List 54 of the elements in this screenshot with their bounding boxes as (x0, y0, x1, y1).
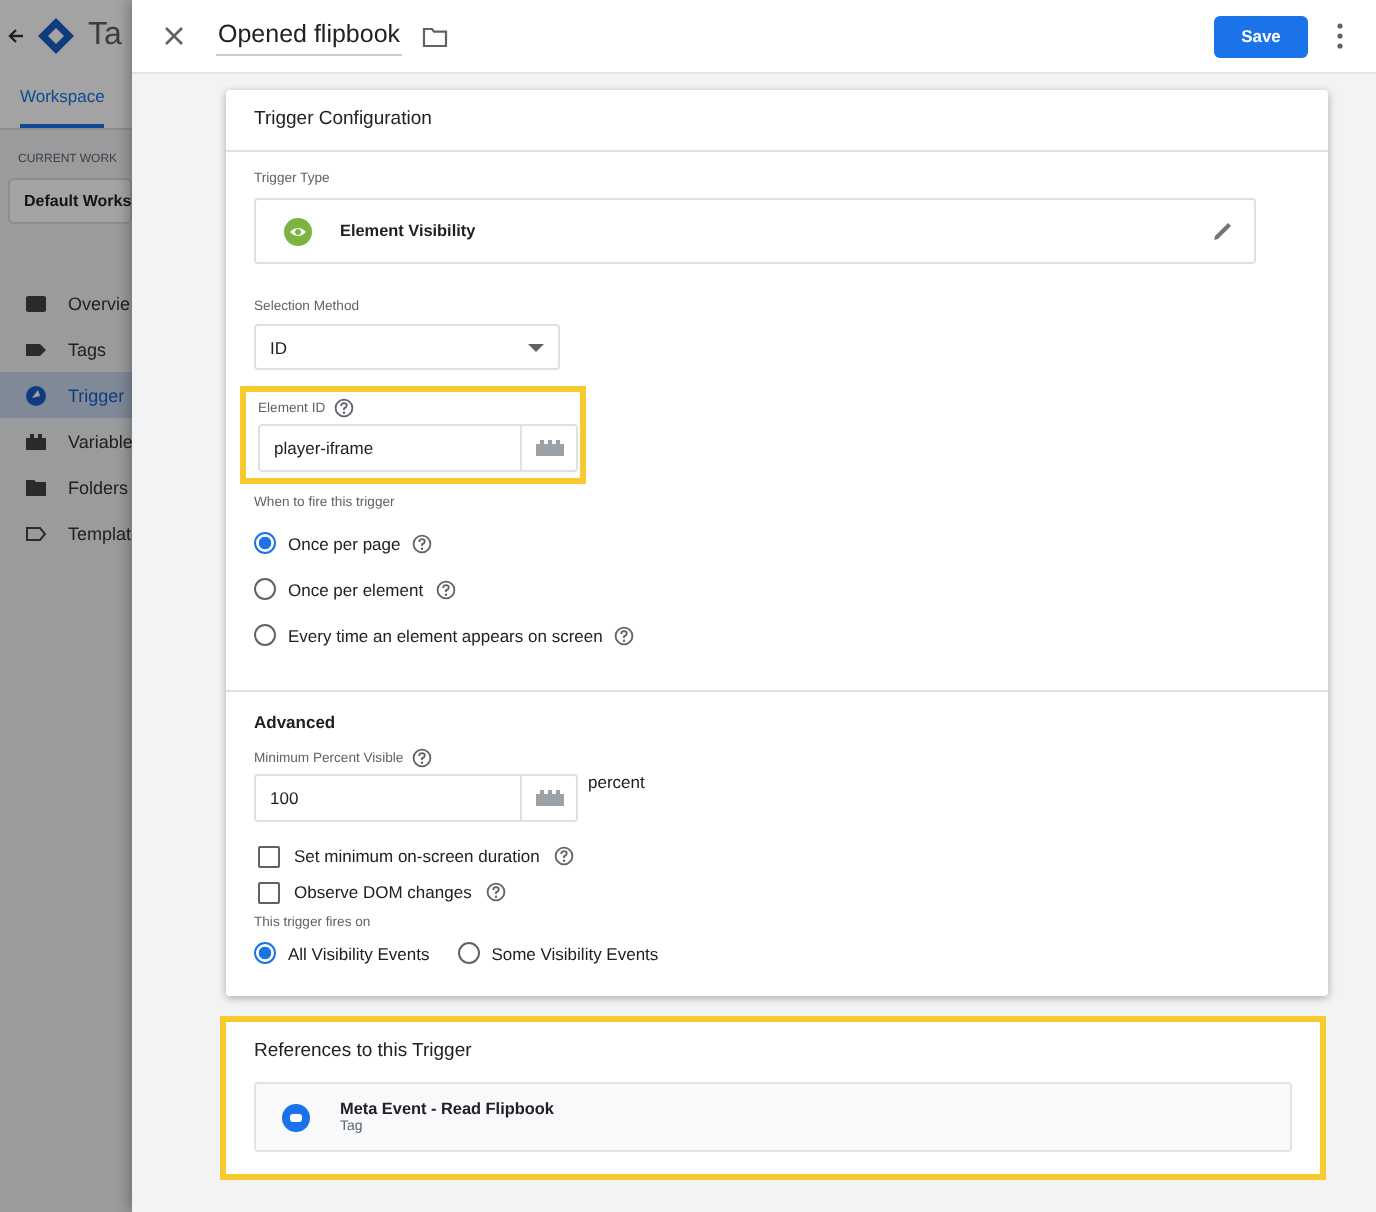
option-label: Once per page (288, 533, 401, 553)
folder-icon (422, 25, 449, 47)
option-label: Observe DOM changes (294, 882, 472, 902)
help-icon (485, 882, 506, 902)
option-label: Once per element (288, 579, 424, 599)
option-label: Some Visibility Events (491, 943, 659, 963)
nav-item[interactable]: Tags (0, 326, 132, 372)
save-button[interactable]: Save (1214, 15, 1308, 57)
close-icon (164, 26, 184, 46)
unit-label: percent (588, 770, 645, 792)
radio-button[interactable] (457, 942, 480, 964)
help-icon (553, 846, 574, 866)
help-icon (435, 579, 456, 599)
variable-icon (533, 438, 565, 458)
nav-item[interactable]: Trigger (0, 372, 132, 418)
reference-name: Meta Event - Read Flipbook (340, 1100, 554, 1118)
logo-icon (36, 16, 76, 56)
nav-item[interactable]: Variable (0, 418, 132, 464)
trigger-name-field[interactable]: Opened flipbook (216, 16, 403, 56)
card-title: Trigger Configuration (226, 90, 1328, 152)
radio-button[interactable] (254, 578, 276, 600)
folder-icon (24, 475, 48, 499)
radio-button[interactable] (254, 942, 276, 964)
card-title: References to this Trigger (254, 1040, 474, 1062)
help-icon (411, 748, 432, 768)
label-icon (24, 521, 48, 545)
dropdown-caret-icon (528, 343, 544, 351)
help-icon (333, 398, 354, 418)
radio-button[interactable] (254, 624, 276, 646)
element-id-field[interactable]: player-iframe (258, 424, 578, 472)
variable-icon (533, 788, 565, 808)
product-title: Ta (88, 18, 122, 54)
checkbox[interactable] (258, 845, 280, 867)
trigger-type-selector[interactable]: Element Visibility (254, 198, 1256, 264)
nav-item[interactable]: Folders (0, 464, 132, 510)
option-label: Every time an element appears on screen (288, 625, 603, 645)
pencil-icon (1212, 220, 1234, 242)
eye-icon (284, 217, 312, 245)
workspace-selector[interactable]: Default Works (8, 178, 132, 224)
section-title: Advanced (254, 712, 338, 732)
help-icon (614, 625, 635, 645)
bricks-icon (24, 429, 48, 453)
radio-button[interactable] (254, 532, 276, 554)
back-arrow-icon (8, 28, 24, 44)
selection-method-dropdown[interactable]: ID (254, 324, 560, 370)
help-icon (412, 533, 433, 553)
more-icon (1336, 22, 1344, 50)
nav-item[interactable]: Templat (0, 510, 132, 556)
percent-field[interactable]: 100 (254, 774, 578, 822)
option-label: Set minimum on-screen duration (294, 846, 540, 866)
checkbox[interactable] (258, 881, 280, 903)
nav-item[interactable]: Overvie (0, 280, 132, 326)
option-label: All Visibility Events (288, 943, 430, 963)
trigger-icon (24, 383, 48, 407)
